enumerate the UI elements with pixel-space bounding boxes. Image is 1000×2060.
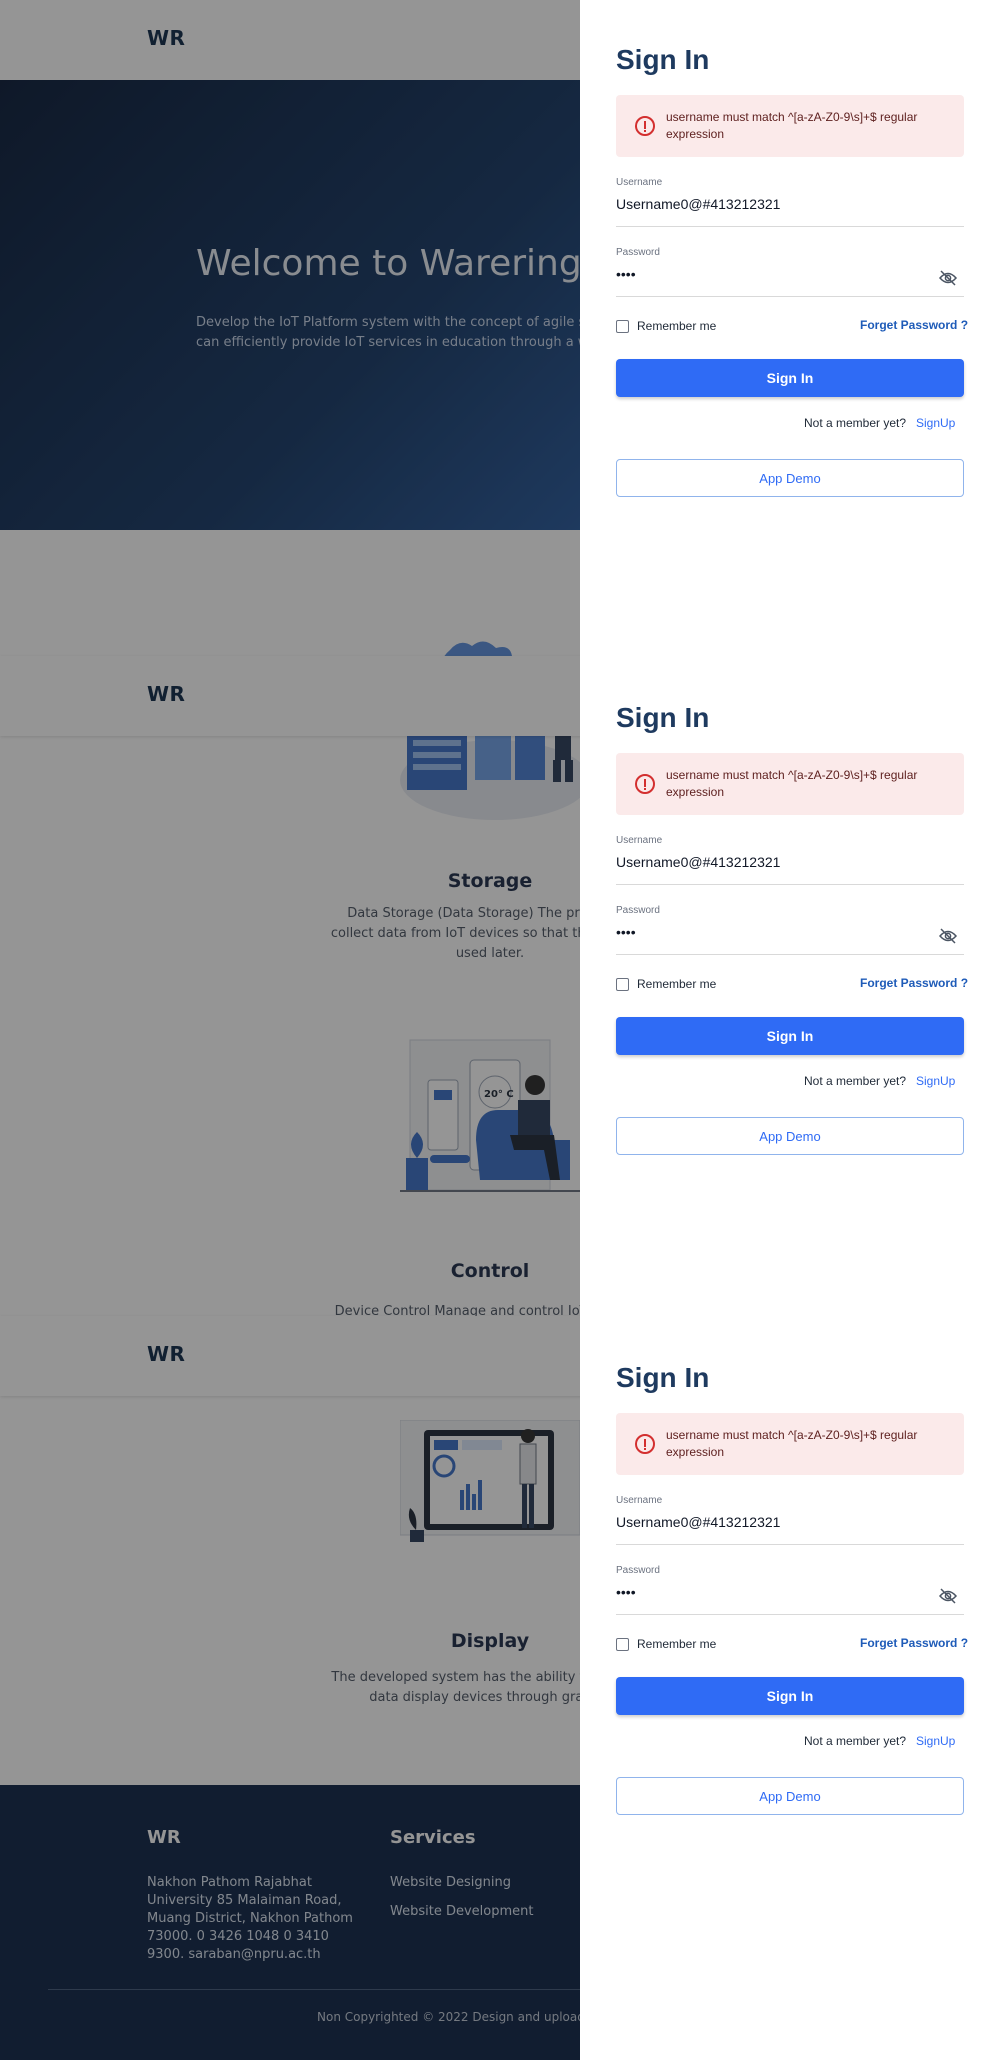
remember-label[interactable]: Remember me <box>637 319 716 333</box>
signin-button[interactable]: Sign In <box>616 1677 964 1715</box>
remember-label[interactable]: Remember me <box>637 1637 716 1651</box>
forget-password-link[interactable]: Forget Password ? <box>860 1636 968 1650</box>
error-message: username must match ^[a-zA-Z0-9\s]+$ reg… <box>666 110 918 141</box>
visibility-off-icon[interactable] <box>938 1586 958 1606</box>
username-input[interactable] <box>616 196 956 212</box>
username-underline <box>616 1544 964 1545</box>
app-demo-button[interactable]: App Demo <box>616 459 964 497</box>
app-demo-button[interactable]: App Demo <box>616 1117 964 1155</box>
error-icon <box>635 774 655 794</box>
remember-checkbox[interactable] <box>616 978 629 991</box>
remember-label[interactable]: Remember me <box>637 977 716 991</box>
password-input[interactable]: •••• <box>616 266 636 282</box>
error-message: username must match ^[a-zA-Z0-9\s]+$ reg… <box>666 1428 918 1459</box>
password-underline <box>616 1614 964 1615</box>
signup-link[interactable]: SignUp <box>916 1734 955 1748</box>
password-input[interactable]: •••• <box>616 1584 636 1600</box>
signup-link[interactable]: SignUp <box>916 1074 955 1088</box>
not-member-text: Not a member yet? <box>804 1734 907 1748</box>
username-input[interactable] <box>616 854 956 870</box>
error-alert: username must match ^[a-zA-Z0-9\s]+$ reg… <box>616 753 964 815</box>
password-input[interactable]: •••• <box>616 924 636 940</box>
forget-password-link[interactable]: Forget Password ? <box>860 976 968 990</box>
signin-button[interactable]: Sign In <box>616 1017 964 1055</box>
remember-checkbox[interactable] <box>616 1638 629 1651</box>
password-underline <box>616 296 964 297</box>
forget-password-link[interactable]: Forget Password ? <box>860 318 968 332</box>
remember-checkbox[interactable] <box>616 320 629 333</box>
signin-title: Sign In <box>616 1362 710 1393</box>
signin-drawer: Sign In username must match ^[a-zA-Z0-9\… <box>580 0 1000 2060</box>
password-underline <box>616 954 964 955</box>
signup-link[interactable]: SignUp <box>916 416 955 430</box>
visibility-off-icon[interactable] <box>938 926 958 946</box>
error-icon <box>635 1434 655 1454</box>
signin-form: Sign In username must match ^[a-zA-Z0-9\… <box>580 1318 1000 1978</box>
error-alert: username must match ^[a-zA-Z0-9\s]+$ reg… <box>616 1413 964 1475</box>
error-message: username must match ^[a-zA-Z0-9\s]+$ reg… <box>666 768 918 799</box>
username-label: Username <box>616 177 663 188</box>
not-member-text: Not a member yet? <box>804 416 907 430</box>
visibility-off-icon[interactable] <box>938 268 958 288</box>
signin-form: Sign In username must match ^[a-zA-Z0-9\… <box>580 0 1000 660</box>
error-icon <box>635 116 655 136</box>
signin-title: Sign In <box>616 702 710 733</box>
password-label: Password <box>616 905 660 916</box>
username-underline <box>616 226 964 227</box>
password-label: Password <box>616 1565 660 1576</box>
not-member-text: Not a member yet? <box>804 1074 907 1088</box>
app-demo-button[interactable]: App Demo <box>616 1777 964 1815</box>
signin-title: Sign In <box>616 44 710 75</box>
username-underline <box>616 884 964 885</box>
username-input[interactable] <box>616 1514 956 1530</box>
error-alert: username must match ^[a-zA-Z0-9\s]+$ reg… <box>616 95 964 157</box>
password-label: Password <box>616 247 660 258</box>
username-label: Username <box>616 835 663 846</box>
signin-button[interactable]: Sign In <box>616 359 964 397</box>
username-label: Username <box>616 1495 663 1506</box>
signin-form: Sign In username must match ^[a-zA-Z0-9\… <box>580 658 1000 1318</box>
